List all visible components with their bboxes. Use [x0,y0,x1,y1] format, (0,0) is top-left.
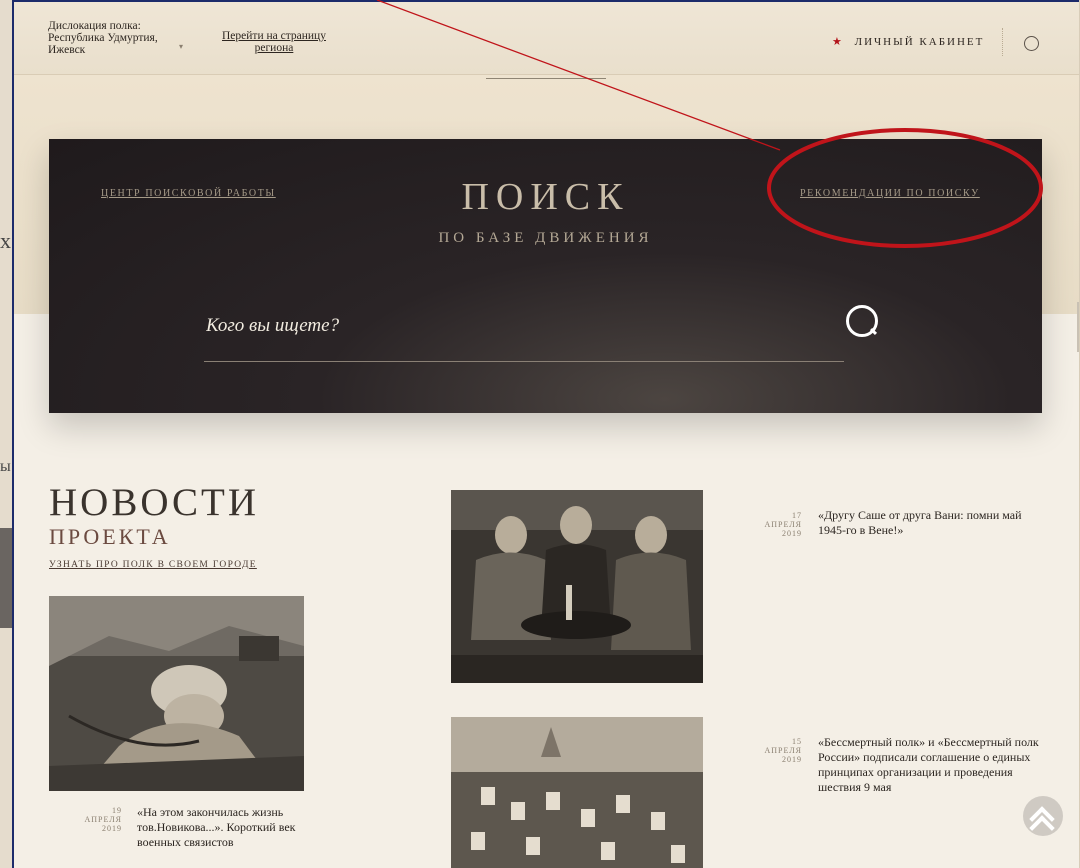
news-headline-3[interactable]: «Бессмертный полк» и «Бессмертный полк Р… [818,735,1043,795]
date-day: 15 [792,737,802,746]
news-title: НОВОСТИ [49,481,259,524]
location-region: Республика Удмуртия, [48,32,158,44]
date-year: 2019 [782,529,802,538]
date-month: АПРЕЛЯ [84,815,122,824]
news-subtitle: ПРОЕКТА [49,524,171,549]
signalman-illustration [49,596,304,791]
search-field [204,307,844,362]
search-icon[interactable] [1024,36,1039,51]
scrollbar-thumb[interactable] [1077,302,1079,352]
date-day: 19 [112,806,122,815]
soldiers-photo [451,490,703,683]
star-icon: ★ [832,36,844,48]
regiment-location: Дислокация полка: Республика Удмуртия, И… [48,20,158,56]
news-photo-signalman[interactable] [49,596,304,791]
search-panel: ЦЕНТР ПОИСКОВОЙ РАБОТЫ РЕКОМЕНДАЦИИ ПО П… [49,139,1042,413]
location-label: Дислокация полка: [48,20,141,32]
background-text-fragment: ы [0,458,11,475]
search-subtitle: ПО БАЗЕ ДВИЖЕНИЯ [438,230,653,246]
parade-photo [451,717,703,868]
region-link-line1: Перейти на страницу [222,30,326,42]
background-text-fragment: х [0,228,11,253]
search-title: ПОИСК [461,176,630,218]
news-date-3: 15 АПРЕЛЯ 2019 [754,737,802,764]
search-input[interactable] [204,307,808,345]
date-day: 17 [792,511,802,520]
scroll-top-icon[interactable] [1023,796,1063,836]
date-month: АПРЕЛЯ [764,520,802,529]
cabinet-label: ЛИЧНЫЙ КАБИНЕТ [854,36,985,48]
region-page-link[interactable]: Перейти на страницу региона [222,30,326,54]
active-tab-underline [486,78,606,79]
divider [1002,28,1003,56]
news-photo-parade[interactable] [451,717,703,868]
news-headline-1[interactable]: «На этом закончилась жизнь тов.Новикова.… [137,805,337,850]
news-date-2: 17 АПРЕЛЯ 2019 [754,511,802,538]
news-headline-2[interactable]: «Другу Саше от друга Вани: помни май 194… [818,508,1033,538]
background-photo-fragment [0,528,12,628]
dropdown-dot-icon[interactable]: ▾ [179,42,183,51]
top-bar: Дислокация полка: Республика Удмуртия, И… [14,2,1079,75]
personal-cabinet-link[interactable]: ★ ЛИЧНЫЙ КАБИНЕТ [832,35,984,48]
city-regiment-link[interactable]: УЗНАТЬ ПРО ПОЛК В СВОЕМ ГОРОДЕ [49,560,257,570]
news-date-1: 19 АПРЕЛЯ 2019 [76,806,122,833]
date-month: АПРЕЛЯ [764,746,802,755]
date-year: 2019 [102,824,122,833]
location-city: Ижевск [48,44,86,56]
region-link-line2: региона [254,42,294,54]
background-page-fragment [0,0,12,868]
search-submit-icon[interactable] [846,305,878,337]
browser-screenshot: Дислокация полка: Республика Удмуртия, И… [12,0,1079,868]
news-photo-soldiers[interactable] [451,490,703,683]
date-year: 2019 [782,755,802,764]
